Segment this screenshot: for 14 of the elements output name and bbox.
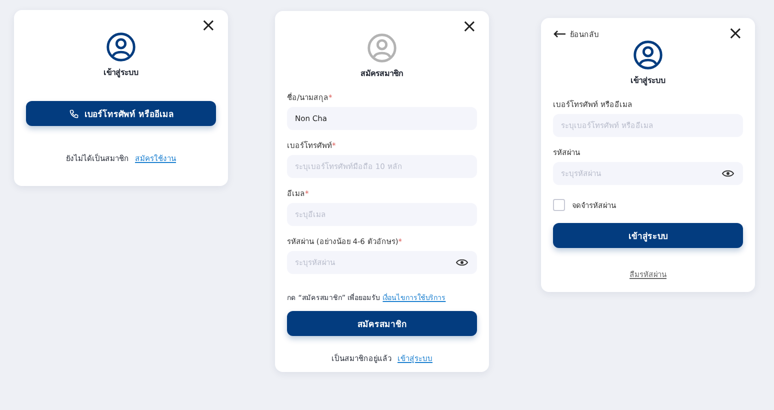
dialog-title: เข้าสู่ระบบ xyxy=(630,75,666,87)
submit-button[interactable]: เข้าสู่ระบบ xyxy=(553,223,743,248)
checkbox[interactable] xyxy=(553,199,565,211)
close-button[interactable]: × xyxy=(728,26,743,42)
submit-button[interactable]: สมัครสมาชิก xyxy=(287,311,477,336)
arrow-left-icon xyxy=(553,30,566,38)
dialog-title: เข้าสู่ระบบ xyxy=(102,67,140,79)
phone-icon xyxy=(68,108,79,118)
eye-icon[interactable] xyxy=(722,169,734,178)
eye-icon[interactable] xyxy=(456,258,468,267)
close-button[interactable]: × xyxy=(200,18,216,34)
submit-button[interactable]: เบอร์โทรศัพท์ หรืออีเมล xyxy=(26,101,216,126)
dialog-title: สมัครสมาชิก xyxy=(360,68,404,80)
close-button[interactable]: × xyxy=(462,19,477,35)
